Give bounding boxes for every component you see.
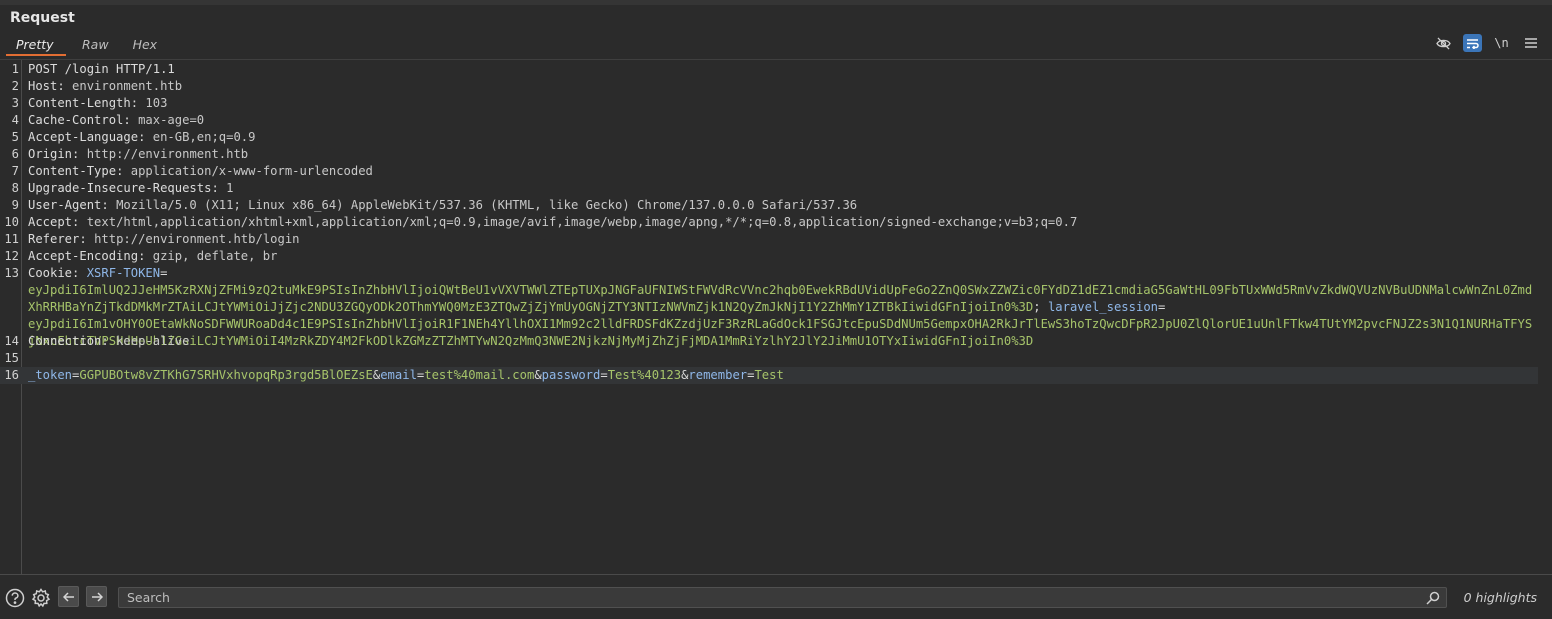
body-param-value: test%40mail.com — [424, 368, 535, 382]
eye-slash-icon[interactable] — [1434, 34, 1453, 52]
line-number: 11 — [4, 232, 19, 246]
cookie-name-xsrf: XSRF-TOKEN — [86, 266, 161, 280]
line-number: 7 — [11, 164, 19, 178]
header-value: text/html,application/xhtml+xml,applicat… — [86, 215, 1078, 229]
line-number: 2 — [11, 79, 19, 93]
line-number: 3 — [11, 96, 19, 110]
header-line: 6 Origin: http://environment.htb — [0, 146, 1552, 163]
header-name: Host — [28, 79, 58, 93]
word-wrap-icon[interactable] — [1463, 34, 1482, 52]
header-name: Cache-Control — [28, 113, 124, 127]
header-line: 2 Host: environment.htb — [0, 78, 1552, 95]
body-param-value: Test%40123 — [607, 368, 682, 382]
header-line: 7 Content-Type: application/x-www-form-u… — [0, 163, 1552, 180]
cookie-value-xsrf: eyJpdiI6ImlUQ2JJeHM5KzRXNjZFMi9zQ2tuMkE9… — [28, 283, 1533, 314]
header-name: Origin — [28, 147, 73, 161]
header-line: 4 Cache-Control: max-age=0 — [0, 112, 1552, 129]
line-number: 4 — [11, 113, 19, 127]
request-line: 1 POST /login HTTP/1.1 — [0, 61, 1552, 78]
header-line: 8 Upgrade-Insecure-Requests: 1 — [0, 180, 1552, 197]
header-line: 11 Referer: http://environment.htb/login — [0, 231, 1552, 248]
header-line: 14 Connection: keep-alive — [0, 333, 1552, 350]
help-icon[interactable] — [4, 587, 26, 609]
panel-title: Request — [10, 10, 75, 26]
newline-toggle-icon[interactable]: \n — [1492, 34, 1511, 52]
cookie-header-line: 13 Cookie: XSRF-TOKEN= eyJpdiI6ImlUQ2JJeH… — [0, 265, 1552, 348]
header-value: http://environment.htb — [86, 147, 249, 161]
body-param-key: remember — [688, 368, 748, 382]
header-line: 3 Content-Length: 103 — [0, 95, 1552, 112]
line-number: 10 — [4, 215, 19, 229]
cookie-name-session: laravel_session — [1047, 300, 1158, 314]
line-number: 8 — [11, 181, 19, 195]
header-value: 1 — [226, 181, 234, 195]
request-panel: Request Pretty Raw Hex \n 1 POST /login … — [0, 0, 1552, 619]
body-param-value: Test — [754, 368, 784, 382]
blank-line: 15 — [0, 350, 1552, 367]
highlights-count: 0 highlights — [1463, 590, 1537, 605]
header-name: Accept-Encoding — [28, 249, 139, 263]
header-value: max-age=0 — [138, 113, 205, 127]
header-name: Content-Length — [28, 96, 131, 110]
header-name: Connection — [28, 334, 102, 348]
header-value: 103 — [145, 96, 168, 110]
view-tabs: Pretty Raw Hex — [6, 36, 167, 56]
header-name: Cookie — [28, 266, 73, 280]
line-number: 1 — [11, 62, 19, 76]
header-name: Accept-Language — [28, 130, 139, 144]
message-editor[interactable]: 1 POST /login HTTP/1.1 2 Host: environme… — [0, 59, 1552, 575]
header-name: Accept — [28, 215, 73, 229]
header-line: 9 User-Agent: Mozilla/5.0 (X11; Linux x8… — [0, 197, 1552, 214]
body-param-key: email — [380, 368, 417, 382]
header-value: keep-alive — [116, 334, 190, 348]
header-value: Mozilla/5.0 (X11; Linux x86_64) AppleWeb… — [116, 198, 858, 212]
header-value: application/x-www-form-urlencoded — [130, 164, 373, 178]
line-number: 12 — [4, 249, 19, 263]
body-param-key: _token — [28, 368, 73, 382]
editor-toolbar: \n — [1434, 34, 1540, 52]
header-name: User-Agent — [28, 198, 102, 212]
search-bar: 0 highlights — [0, 576, 1552, 619]
request-lines: 1 POST /login HTTP/1.1 2 Host: environme… — [0, 61, 1552, 384]
header-value: http://environment.htb/login — [94, 232, 300, 246]
search-icon[interactable] — [1426, 590, 1440, 605]
header-line: 10 Accept: text/html,application/xhtml+x… — [0, 214, 1552, 231]
tab-pretty[interactable]: Pretty — [6, 36, 66, 56]
line-number: 9 — [11, 198, 19, 212]
search-input[interactable] — [119, 588, 1419, 607]
header-value: gzip, deflate, br — [152, 249, 278, 263]
line-number: 14 — [4, 334, 19, 348]
tab-hex[interactable]: Hex — [123, 36, 168, 56]
body-param-value: GGPUBOtw8vZTKhG7SRHVxhvopqRp3rgd5BlOEZsE — [79, 368, 373, 382]
panel-top-border — [0, 0, 1552, 5]
next-match-button[interactable] — [86, 586, 107, 607]
line-number: 5 — [11, 130, 19, 144]
line-number: 6 — [11, 147, 19, 161]
search-box — [118, 587, 1447, 608]
header-line: 12 Accept-Encoding: gzip, deflate, br — [0, 248, 1552, 265]
header-line: 5 Accept-Language: en-GB,en;q=0.9 — [0, 129, 1552, 146]
line-number: 16 — [4, 368, 19, 382]
header-value: environment.htb — [72, 79, 183, 93]
gear-icon[interactable] — [30, 587, 52, 609]
line-number: 13 — [4, 266, 19, 280]
header-name: Content-Type — [28, 164, 117, 178]
header-value: en-GB,en;q=0.9 — [152, 130, 256, 144]
menu-icon[interactable] — [1521, 34, 1540, 52]
previous-match-button[interactable] — [58, 586, 79, 607]
line-number: 15 — [4, 351, 19, 365]
body-line: 16 _token=GGPUBOtw8vZTKhG7SRHVxhvopqRp3r… — [0, 367, 1538, 384]
header-name: Upgrade-Insecure-Requests — [28, 181, 212, 195]
tab-raw[interactable]: Raw — [72, 36, 119, 56]
header-name: Referer — [28, 232, 80, 246]
body-param-key: password — [541, 368, 601, 382]
request-line-text: POST /login HTTP/1.1 — [28, 62, 175, 76]
